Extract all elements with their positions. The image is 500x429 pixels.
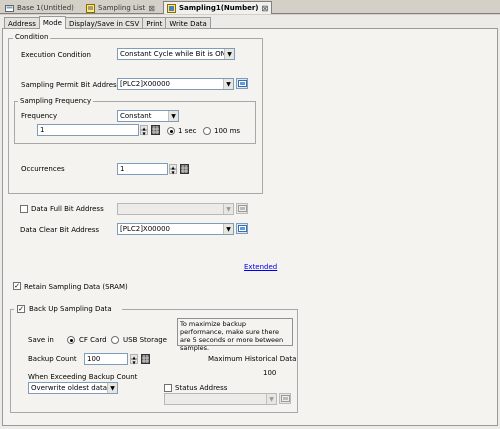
unit-100ms-label: 100 ms — [214, 127, 241, 135]
doc-tab-sampling1[interactable]: Sampling1(Number) ⊠ — [163, 1, 273, 14]
screen-icon — [5, 4, 14, 13]
backup-count-input[interactable]: 100 — [84, 353, 128, 365]
retain-sampling-checkbox[interactable]: ✓ — [13, 282, 21, 290]
close-icon[interactable]: ⊠ — [148, 4, 155, 13]
cf-card-radio[interactable] — [67, 336, 75, 344]
data-clear-address-select[interactable]: [PLC2]X00000 ▼ — [117, 223, 234, 235]
document-tab-bar: Base 1(Untitled) Sampling List ⊠ Samplin… — [0, 0, 500, 14]
keypad-icon — [237, 80, 247, 87]
keypad-icon — [280, 395, 290, 402]
data-clear-value: [PLC2]X00000 — [120, 225, 170, 233]
permit-bit-label: Sampling Permit Bit Address — [21, 81, 121, 89]
backup-info-note: To maximize backup performance, make sur… — [177, 318, 293, 352]
sampling-frequency-group — [14, 101, 256, 144]
max-historical-value: 100 — [263, 369, 277, 377]
extended-link[interactable]: Extended — [244, 263, 277, 271]
frequency-interval-input[interactable]: 1 — [37, 124, 139, 136]
chevron-down-icon: ▼ — [223, 79, 233, 89]
condition-group-title: Condition — [13, 33, 51, 41]
usb-storage-label: USB Storage — [123, 336, 167, 344]
execution-condition-value: Constant Cycle while Bit is ON — [120, 50, 226, 58]
interval-value: 1 — [40, 126, 45, 134]
address-input-button[interactable] — [236, 78, 248, 89]
doc-tab-label: Sampling List — [98, 4, 146, 12]
keypad-icon — [237, 205, 247, 212]
backup-checkbox[interactable]: ✓ — [17, 305, 25, 313]
occurrences-label: Occurrences — [21, 165, 65, 173]
address-input-button[interactable] — [236, 223, 248, 234]
chevron-down-icon: ▼ — [168, 111, 178, 121]
exceed-backup-select[interactable]: Overwrite oldest data ▼ — [28, 382, 118, 394]
chevron-down-icon: ▼ — [224, 49, 234, 59]
address-input-button[interactable] — [279, 393, 291, 404]
tab-mode[interactable]: Mode — [38, 16, 66, 29]
unit-1sec-label: 1 sec — [178, 127, 197, 135]
keypad-grid-icon[interactable] — [151, 125, 160, 135]
data-full-label: Data Full Bit Address — [31, 205, 104, 213]
chevron-down-icon: ▼ — [223, 224, 233, 234]
save-in-label: Save in — [28, 336, 54, 344]
doc-tab-sampling-list[interactable]: Sampling List ⊠ — [83, 2, 158, 14]
doc-tab-label: Sampling1(Number) — [179, 4, 259, 12]
keypad-icon — [237, 225, 247, 232]
exceed-backup-label: When Exceeding Backup Count — [28, 373, 138, 381]
keypad-grid-icon[interactable] — [141, 354, 150, 364]
retain-sampling-label: Retain Sampling Data (SRAM) — [24, 283, 128, 291]
permit-bit-address-select[interactable]: [PLC2]X00000 ▼ — [117, 78, 234, 90]
max-historical-label: Maximum Historical Data — [208, 355, 297, 363]
backup-count-value: 100 — [87, 355, 101, 363]
execution-condition-select[interactable]: Constant Cycle while Bit is ON ▼ — [117, 48, 235, 60]
permit-bit-value: [PLC2]X00000 — [120, 80, 170, 88]
frequency-select[interactable]: Constant ▼ — [117, 110, 179, 122]
backup-title: Back Up Sampling Data — [29, 305, 112, 313]
status-address-checkbox[interactable] — [164, 384, 172, 392]
data-full-checkbox[interactable] — [20, 205, 28, 213]
keypad-grid-icon[interactable] — [180, 164, 189, 174]
occurrences-input[interactable]: 1 — [117, 163, 168, 175]
frequency-value: Constant — [120, 112, 152, 120]
data-clear-label: Data Clear Bit Address — [20, 226, 100, 234]
status-address-label: Status Address — [175, 384, 228, 392]
address-input-button[interactable] — [236, 203, 248, 214]
execution-condition-label: Execution Condition — [21, 51, 91, 59]
exceed-backup-value: Overwrite oldest data — [31, 384, 108, 392]
sampling-icon — [167, 3, 176, 13]
chevron-down-icon: ▼ — [107, 383, 117, 393]
occurrences-spinner[interactable]: ▲ ▼ — [169, 164, 177, 175]
frequency-label: Frequency — [21, 112, 58, 120]
interval-spinner[interactable]: ▲ ▼ — [140, 125, 148, 136]
status-address-select[interactable]: ▼ — [164, 393, 277, 405]
data-full-address-select[interactable]: ▼ — [117, 203, 234, 215]
list-icon — [86, 3, 95, 13]
occurrences-value: 1 — [120, 165, 125, 173]
unit-100ms-radio[interactable] — [203, 127, 211, 135]
usb-storage-radio[interactable] — [111, 336, 119, 344]
close-icon[interactable]: ⊠ — [261, 4, 268, 13]
backup-count-spinner[interactable]: ▲ ▼ — [130, 354, 138, 365]
backup-count-label: Backup Count — [28, 355, 77, 363]
sampling-frequency-title: Sampling Frequency — [18, 97, 94, 105]
unit-1sec-radio[interactable] — [167, 127, 175, 135]
doc-tab-label: Base 1(Untitled) — [17, 4, 74, 12]
doc-tab-base1[interactable]: Base 1(Untitled) — [2, 2, 77, 14]
chevron-down-icon: ▼ — [266, 394, 276, 404]
chevron-down-icon: ▼ — [223, 204, 233, 214]
cf-card-label: CF Card — [79, 336, 107, 344]
